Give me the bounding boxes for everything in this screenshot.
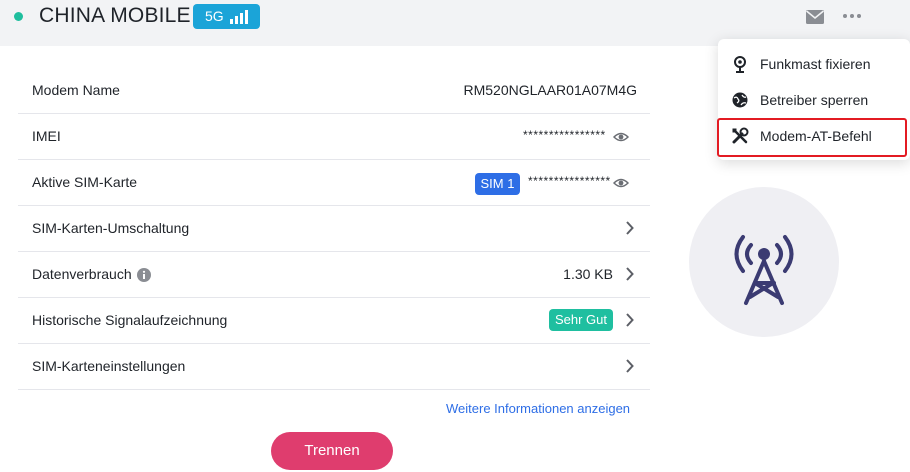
sim-slot-badge: SIM 1 [475, 173, 520, 195]
row-sim-switch[interactable]: SIM-Karten-Umschaltung [18, 206, 650, 252]
row-data-usage[interactable]: Datenverbrauch 1.30 KB [18, 252, 650, 298]
more-icon[interactable] [842, 9, 862, 23]
highlight-box [717, 118, 907, 157]
carrier-name: CHINA MOBILE [39, 4, 191, 27]
show-more-info-link[interactable]: Weitere Informationen anzeigen [446, 401, 630, 416]
imei-masked-value: **************** [523, 128, 606, 142]
disconnect-button[interactable]: Trennen [271, 432, 393, 470]
row-label: Datenverbrauch [32, 266, 132, 282]
sim-masked-value: **************** [528, 174, 611, 188]
row-label: Historische Signalaufzeichnung [32, 312, 228, 328]
menu-item-label: Funkmast fixieren [760, 56, 871, 72]
row-active-sim: Aktive SIM-Karte **************** [18, 160, 650, 206]
row-label: SIM-Karteneinstellungen [32, 358, 186, 374]
network-type-label: 5G [205, 8, 224, 24]
globe-lock-icon [732, 92, 748, 108]
data-usage-value: 1.30 KB [563, 266, 613, 282]
tower-pin-icon [734, 56, 746, 73]
row-modem-name: Modem Name RM520NGLAAR01A07M4G [18, 68, 650, 114]
modem-name-value: RM520NGLAAR01A07M4G [463, 82, 637, 98]
signal-quality-badge: Sehr Gut [549, 309, 613, 331]
menu-item-lock-operator[interactable]: Betreiber sperren [718, 83, 910, 117]
network-type-badge: 5G [193, 4, 260, 29]
signal-bars-icon [230, 10, 248, 24]
chevron-right-icon [626, 221, 634, 235]
eye-icon[interactable] [613, 131, 629, 143]
modem-info-panel: Modem Name RM520NGLAAR01A07M4G IMEI ****… [18, 68, 650, 390]
menu-item-lock-tower[interactable]: Funkmast fixieren [718, 47, 910, 81]
tower-illustration [689, 187, 839, 337]
row-label: SIM-Karten-Umschaltung [32, 220, 190, 236]
chevron-right-icon [626, 267, 634, 281]
info-icon[interactable] [137, 268, 151, 282]
menu-item-label: Betreiber sperren [760, 92, 869, 108]
row-label: Aktive SIM-Karte [32, 174, 138, 190]
eye-icon[interactable] [613, 177, 629, 189]
row-label: Modem Name [32, 82, 120, 98]
row-label: IMEI [32, 128, 61, 144]
chevron-right-icon [626, 359, 634, 373]
row-imei: IMEI **************** [18, 114, 650, 160]
mail-icon[interactable] [805, 9, 825, 25]
row-sim-settings[interactable]: SIM-Karteneinstellungen [18, 344, 650, 390]
connection-status-dot [14, 12, 23, 21]
chevron-right-icon [626, 313, 634, 327]
signal-tower-icon [734, 235, 794, 305]
